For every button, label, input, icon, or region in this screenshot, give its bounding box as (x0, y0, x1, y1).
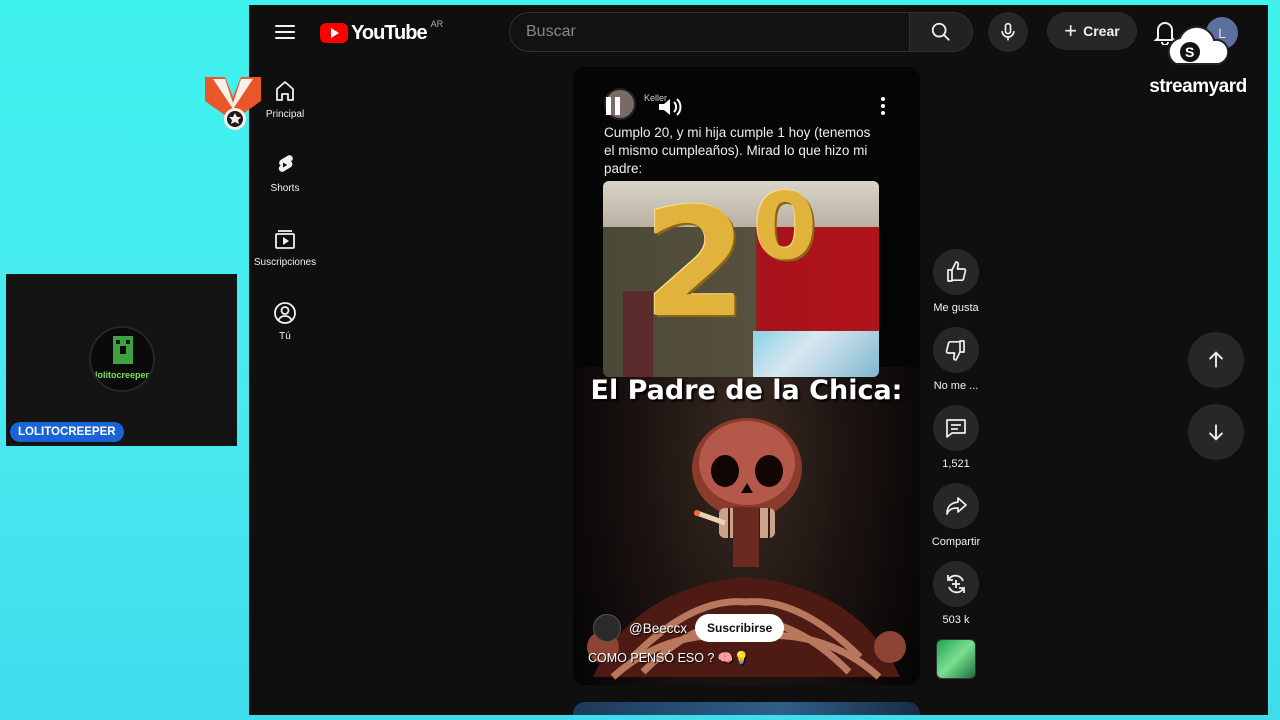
plus-icon: + (1064, 18, 1078, 43)
next-short-preview[interactable] (573, 702, 920, 715)
create-button[interactable]: + Crear (1047, 12, 1137, 50)
subscribe-button[interactable]: Suscribirse (694, 614, 785, 642)
dislike-label: No me ... (933, 380, 979, 392)
short-player[interactable]: Keller Cumplo 20, y mi hija cumple 1 hoy… (573, 67, 920, 685)
post-text: Cumplo 20, y mi hija cumple 1 hoy (tenem… (604, 125, 871, 176)
streamyard-text: streamyard (1149, 76, 1247, 97)
search-input[interactable] (509, 12, 909, 52)
youtube-logo[interactable]: YouTube AR (320, 19, 443, 47)
shorts-icon (278, 155, 293, 172)
remix-count: 503 k (942, 614, 970, 626)
streamer-avatar: lolitocreeper (89, 326, 155, 392)
remix-button[interactable] (933, 561, 979, 607)
volume-icon[interactable] (657, 96, 683, 118)
dislike-action: No me ... (927, 327, 985, 405)
remix-action: 503 k (927, 561, 985, 639)
photo-window (753, 331, 879, 377)
channel-row: @Beeccx Suscribirse (593, 613, 785, 643)
comments-button[interactable] (933, 405, 979, 451)
thumbs-down-icon (945, 340, 965, 361)
sidebar-item-shorts[interactable]: Shorts (249, 139, 321, 213)
post-screenshot: Keller Cumplo 20, y mi hija cumple 1 hoy… (573, 67, 920, 377)
menu-icon[interactable] (273, 21, 297, 45)
more-options-icon[interactable] (879, 97, 887, 117)
svg-text:S: S (1185, 44, 1194, 60)
subscriptions-icon (275, 230, 295, 249)
channel-handle[interactable]: @Beeccx (629, 621, 687, 636)
arrow-up-icon (1208, 351, 1224, 368)
channel-avatar[interactable] (593, 614, 621, 642)
arrow-down-icon (1208, 424, 1224, 441)
video-caption[interactable]: COMO PENSÓ ESO ? 🧠💡 (588, 651, 749, 666)
video-headline: El Padre de la Chica: (590, 375, 903, 406)
country-code: AR (430, 19, 444, 29)
top-bar: YouTube AR + Crear L (249, 5, 1268, 61)
screen: YouTube AR + Crear L Principal Shorts (249, 5, 1268, 715)
sidebar-item-label: Suscripciones (253, 257, 317, 268)
birthday-photo: 2 0 (603, 181, 879, 377)
comments-action: 1,521 (927, 405, 985, 483)
search-bar (509, 12, 973, 52)
home-icon (276, 81, 294, 101)
share-action: Compartir (927, 483, 985, 561)
remix-icon (947, 574, 965, 594)
sidebar-item-label: Tú (279, 331, 291, 342)
previous-short-button[interactable] (1188, 332, 1244, 388)
you-icon (274, 302, 296, 324)
pause-icon[interactable] (605, 97, 621, 115)
streamyard-logo-icon: S (1167, 25, 1228, 65)
search-button[interactable] (909, 12, 973, 52)
search-icon (931, 22, 950, 41)
short-actions: Me gusta No me ... 1,521 Compartir 503 k (927, 249, 985, 715)
creeper-icon (113, 336, 133, 364)
like-button[interactable] (933, 249, 979, 295)
comments-count: 1,521 (942, 458, 970, 470)
balloon-digit-two: 2 (643, 181, 748, 351)
streamyard-watermark: S streamyard (1136, 24, 1260, 104)
youtube-play-icon (320, 23, 348, 43)
sidebar-item-label: Shorts (270, 183, 300, 194)
voice-search-button[interactable] (988, 12, 1028, 52)
sidebar-item-subscriptions[interactable]: Suscripciones (249, 213, 321, 287)
streamer-avatar-text: lolitocreeper (94, 370, 150, 380)
next-short-button[interactable] (1188, 404, 1244, 460)
like-label: Me gusta (933, 302, 979, 314)
level-badge-icon (205, 77, 261, 133)
create-label: Crear (1083, 23, 1120, 39)
like-action: Me gusta (927, 249, 985, 327)
balloon-digit-zero: 0 (753, 181, 818, 280)
sidebar-item-label: Principal (265, 109, 305, 120)
sound-action (927, 639, 985, 715)
share-button[interactable] (933, 483, 979, 529)
webcam-overlay: lolitocreeper LOLITOCREEPER (6, 274, 237, 446)
share-label: Compartir (931, 536, 981, 548)
comment-icon (946, 419, 966, 438)
thumbs-up-icon (947, 261, 967, 282)
sidebar-item-you[interactable]: Tú (249, 287, 321, 361)
streamer-name-tag: LOLITOCREEPER (10, 422, 124, 442)
dislike-button[interactable] (933, 327, 979, 373)
logo-text: YouTube (351, 21, 428, 44)
share-icon (946, 497, 967, 515)
microphone-icon (1001, 22, 1015, 41)
sound-thumbnail[interactable] (936, 639, 976, 679)
